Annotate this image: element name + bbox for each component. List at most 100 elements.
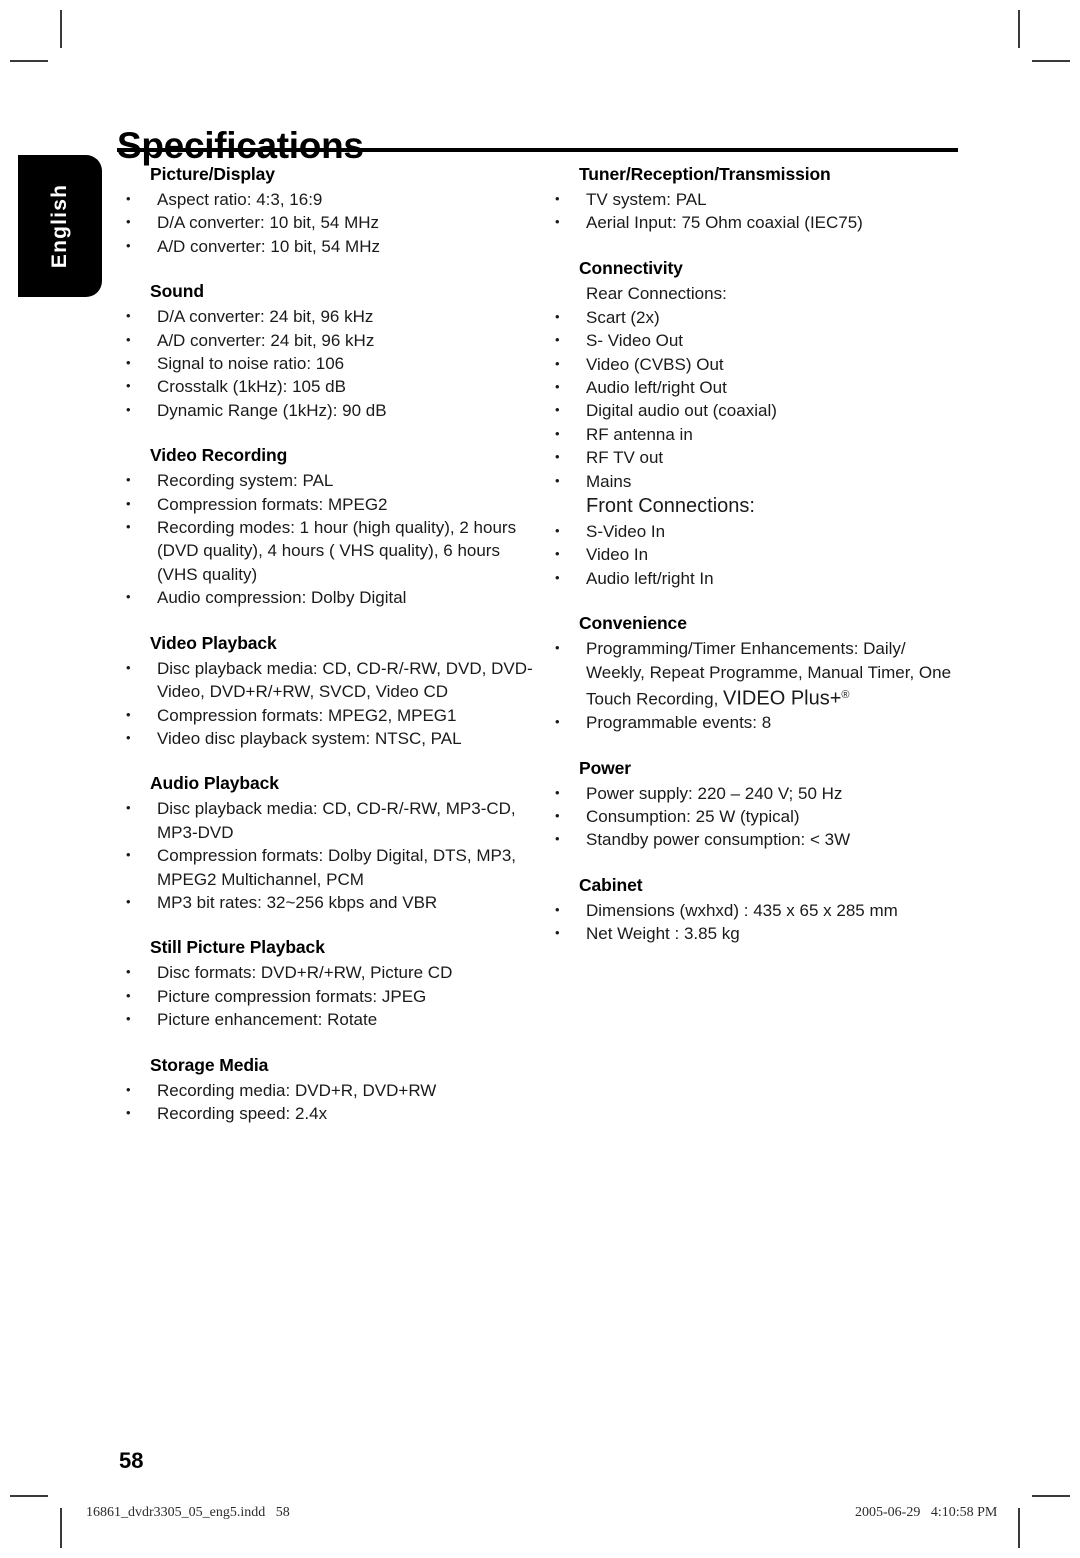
list-item: Picture compression formats: JPEG <box>120 984 540 1008</box>
spec-list: TV system: PAL Aerial Input: 75 Ohm coax… <box>549 187 969 235</box>
list-item: Net Weight : 3.85 kg <box>549 921 969 945</box>
language-tab-label: English <box>48 183 71 269</box>
list-item: Power supply: 220 – 240 V; 50 Hz <box>549 781 969 805</box>
list-item: Compression formats: MPEG2 <box>120 492 540 516</box>
list-item: Disc playback media: CD, CD-R/-RW, DVD, … <box>120 656 540 704</box>
list-item: Recording modes: 1 hour (high quality), … <box>120 515 540 586</box>
list-item: D/A converter: 10 bit, 54 MHz <box>120 210 540 234</box>
spec-list: Power supply: 220 – 240 V; 50 Hz Consump… <box>549 781 969 852</box>
spec-list: Programming/Timer Enhancements: Daily/ W… <box>549 636 969 734</box>
list-item: Disc formats: DVD+R/+RW, Picture CD <box>120 960 540 984</box>
rear-connections-label: Rear Connections: <box>586 283 727 303</box>
list-item: S-Video In <box>549 519 969 543</box>
section-power: Power Power supply: 220 – 240 V; 50 Hz C… <box>549 757 969 852</box>
section-video-recording: Video Recording Recording system: PAL Co… <box>120 444 540 609</box>
section-heading: Convenience <box>579 613 687 634</box>
section-heading: Storage Media <box>150 1054 269 1075</box>
list-item: D/A converter: 24 bit, 96 kHz <box>120 304 540 328</box>
spec-list: D/A converter: 24 bit, 96 kHz A/D conver… <box>120 304 540 422</box>
list-item: Crosstalk (1kHz): 105 dB <box>120 374 540 398</box>
list-item: Consumption: 25 W (typical) <box>549 804 969 828</box>
list-item: Digital audio out (coaxial) <box>549 398 969 422</box>
section-still-picture-playback: Still Picture Playback Disc formats: DVD… <box>120 936 540 1031</box>
crop-mark-bottom-right-vertical <box>1018 1508 1020 1548</box>
list-item: Audio left/right Out <box>549 375 969 399</box>
list-item: Aspect ratio: 4:3, 16:9 <box>120 187 540 211</box>
list-item: Standby power consumption: < 3W <box>549 827 969 851</box>
footer-timestamp: 2005-06-29 4:10:58 PM <box>855 1505 998 1520</box>
section-heading: Picture/Display <box>150 164 275 184</box>
section-sound: Sound D/A converter: 24 bit, 96 kHz A/D … <box>120 280 540 422</box>
crop-mark-top-left-horizontal <box>10 60 48 62</box>
list-item: Picture enhancement: Rotate <box>120 1007 540 1031</box>
list-item: Dimensions (wxhxd) : 435 x 65 x 285 mm <box>549 898 969 922</box>
section-cabinet: Cabinet Dimensions (wxhxd) : 435 x 65 x … <box>549 874 969 946</box>
section-video-playback: Video Playback Disc playback media: CD, … <box>120 632 540 751</box>
list-item: Compression formats: Dolby Digital, DTS,… <box>120 843 540 891</box>
specifications-right-column: Tuner/Reception/Transmission TV system: … <box>549 163 969 946</box>
section-heading: Cabinet <box>579 874 643 895</box>
list-item: Scart (2x) <box>549 305 969 329</box>
list-item: MP3 bit rates: 32~256 kbps and VBR <box>120 890 540 914</box>
video-plus-brand: VIDEO Plus+ <box>723 687 842 710</box>
list-item: Video disc playback system: NTSC, PAL <box>120 726 540 750</box>
list-item: Aerial Input: 75 Ohm coaxial (IEC75) <box>549 210 969 234</box>
front-connections-label: Front Connections: <box>586 495 755 518</box>
list-item: Mains <box>549 469 969 493</box>
section-audio-playback: Audio Playback Disc playback media: CD, … <box>120 772 540 914</box>
list-item: TV system: PAL <box>549 187 969 211</box>
list-item: A/D converter: 10 bit, 54 MHz <box>120 234 540 258</box>
spec-list-rear-connections: Scart (2x) S- Video Out Video (CVBS) Out… <box>549 305 969 493</box>
list-item: Recording media: DVD+R, DVD+RW <box>120 1078 540 1102</box>
section-connectivity: Connectivity Rear Connections: Scart (2x… <box>549 257 969 590</box>
list-item: Compression formats: MPEG2, MPEG1 <box>120 702 540 727</box>
crop-mark-top-right-horizontal <box>1032 60 1070 62</box>
spec-list: Aspect ratio: 4:3, 16:9 D/A converter: 1… <box>120 187 540 258</box>
list-item: A/D converter: 24 bit, 96 kHz <box>120 328 540 352</box>
page-number: 58 <box>119 1448 144 1473</box>
section-storage-media: Storage Media Recording media: DVD+R, DV… <box>120 1054 540 1126</box>
spec-list: Recording system: PAL Compression format… <box>120 468 540 609</box>
section-heading: Video Playback <box>150 632 277 653</box>
list-item: Recording speed: 2.4x <box>120 1101 540 1125</box>
list-item: Disc playback media: CD, CD-R/-RW, MP3-C… <box>120 796 540 844</box>
spec-list: Recording media: DVD+R, DVD+RW Recording… <box>120 1078 540 1126</box>
section-heading: Video Recording <box>150 445 288 466</box>
list-item: Audio left/right In <box>549 566 969 590</box>
section-convenience: Convenience Programming/Timer Enhancemen… <box>549 612 969 734</box>
section-tuner-reception-transmission: Tuner/Reception/Transmission TV system: … <box>549 163 969 235</box>
section-heading: Power <box>579 757 632 778</box>
crop-mark-top-left-vertical <box>60 10 62 48</box>
section-heading: Audio Playback <box>150 773 279 794</box>
list-item: Video In <box>549 542 969 566</box>
specifications-left-column: Picture/Display Aspect ratio: 4:3, 16:9 … <box>120 163 540 1125</box>
spec-list-front-connections: S-Video In Video In Audio left/right In <box>549 519 969 590</box>
registered-trademark-icon: ® <box>841 689 850 702</box>
spec-list: Disc playback media: CD, CD-R/-RW, MP3-C… <box>120 796 540 914</box>
list-item: Programmable events: 8 <box>549 710 969 734</box>
list-item: RF antenna in <box>549 422 969 446</box>
crop-mark-bottom-left-vertical <box>60 1508 62 1548</box>
crop-mark-top-right-vertical <box>1018 10 1020 48</box>
title-divider <box>117 148 958 152</box>
list-item: Dynamic Range (1kHz): 90 dB <box>120 398 540 422</box>
list-item: Programming/Timer Enhancements: Daily/ W… <box>549 636 969 711</box>
section-heading: Tuner/Reception/Transmission <box>579 164 831 184</box>
page-title: Specifications <box>117 124 364 166</box>
list-item: S- Video Out <box>549 328 969 352</box>
crop-mark-bottom-left-horizontal <box>10 1495 48 1497</box>
section-heading: Connectivity <box>579 257 683 278</box>
spec-list: Disc formats: DVD+R/+RW, Picture CD Pict… <box>120 960 540 1031</box>
spec-list: Dimensions (wxhxd) : 435 x 65 x 285 mm N… <box>549 898 969 946</box>
footer-file-info: 16861_dvdr3305_05_eng5.indd 58 <box>86 1505 290 1520</box>
spec-list: Disc playback media: CD, CD-R/-RW, DVD, … <box>120 656 540 751</box>
list-item: Recording system: PAL <box>120 468 540 492</box>
list-item: RF TV out <box>549 445 969 469</box>
section-heading: Sound <box>150 281 204 302</box>
crop-mark-bottom-right-horizontal <box>1032 1495 1070 1497</box>
section-picture-display: Picture/Display Aspect ratio: 4:3, 16:9 … <box>120 163 540 258</box>
list-item: Signal to noise ratio: 106 <box>120 351 540 375</box>
language-tab: English <box>18 155 102 297</box>
section-heading: Still Picture Playback <box>150 937 325 958</box>
list-item: Audio compression: Dolby Digital <box>120 585 540 609</box>
